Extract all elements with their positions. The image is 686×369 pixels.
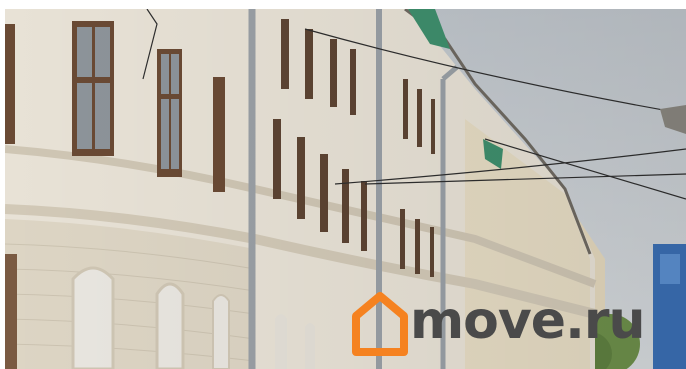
watermark-text: move.ru xyxy=(410,291,645,351)
house-outline-icon xyxy=(352,292,408,356)
watermark: move.ru xyxy=(352,291,682,358)
